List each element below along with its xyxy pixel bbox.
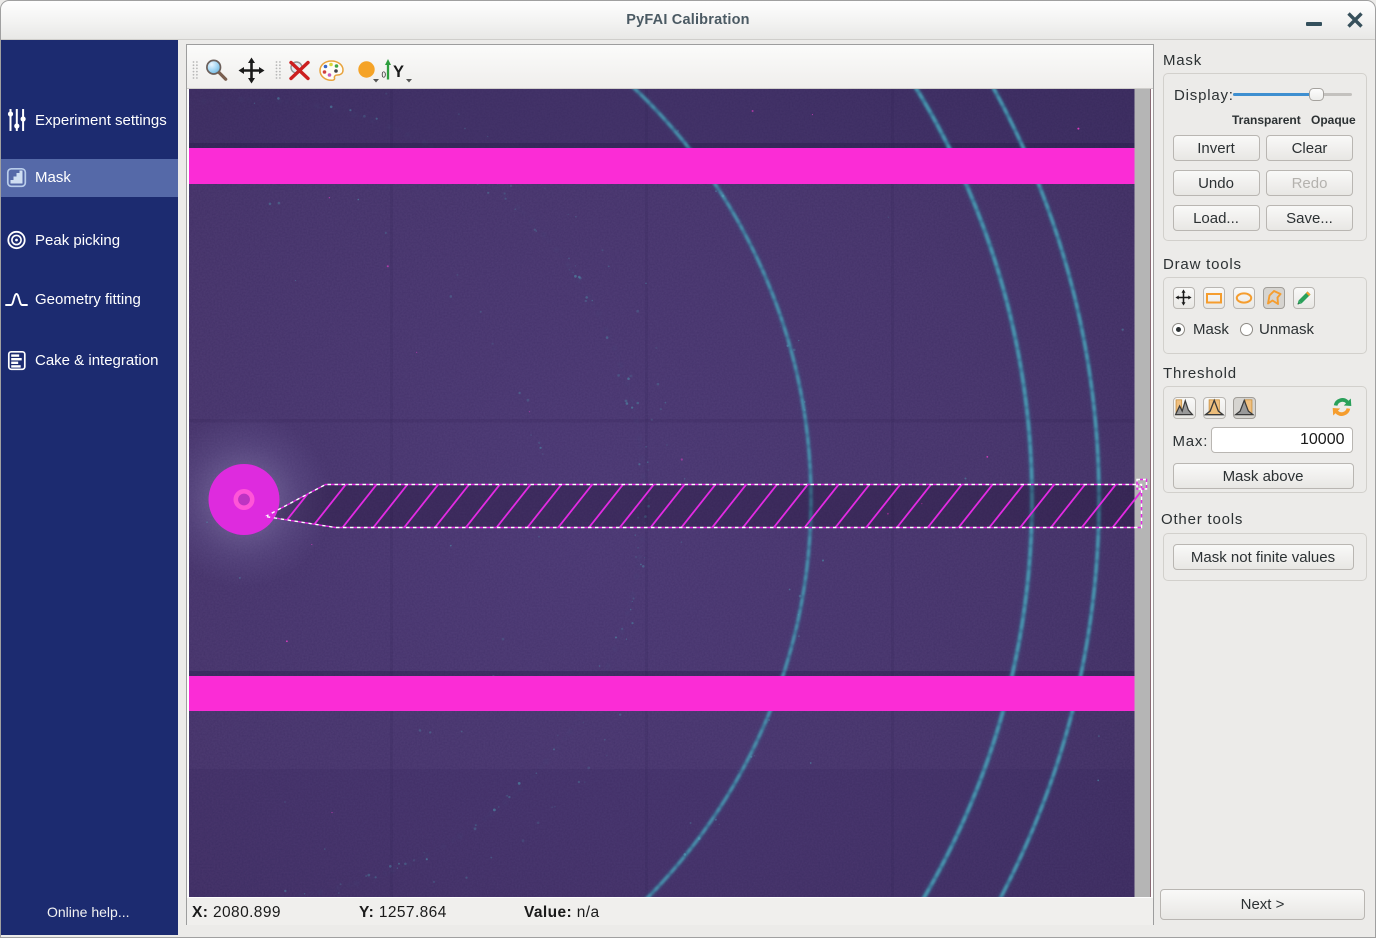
svg-text:0: 0 — [382, 71, 387, 80]
svg-text:Y: Y — [393, 63, 404, 81]
